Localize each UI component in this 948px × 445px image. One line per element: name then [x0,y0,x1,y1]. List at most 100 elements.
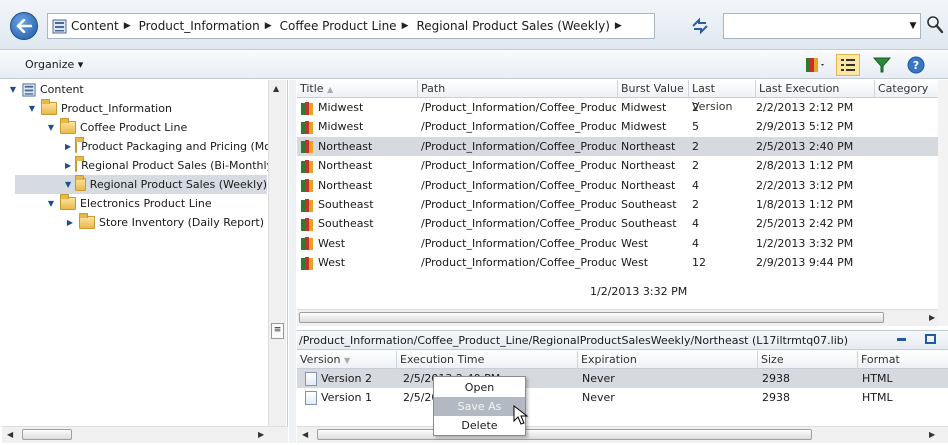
tree-item[interactable]: ▼ Content [2,80,268,99]
column-title[interactable]: Title ▲ [297,80,418,98]
versions-horizontal-scrollbar[interactable]: ◀ ▶ [297,426,948,443]
list-view-icon[interactable] [836,54,860,76]
column-size[interactable]: Size [758,351,858,369]
scroll-right-icon[interactable]: ▶ [929,313,935,322]
cell-path: /Product_Information/Coffee_Product_Li [421,217,616,231]
table-row[interactable]: Northeast/Product_Information/Coffee_Pro… [297,156,938,175]
minimize-icon[interactable] [897,338,906,341]
chevron-right-icon[interactable]: ▶ [615,21,622,31]
version-text: Version 2 [321,372,372,385]
column-format[interactable]: Format [858,351,948,369]
question-icon: ? [907,56,925,74]
cell-last-version: 12 [692,256,706,270]
refresh-icon[interactable] [690,17,710,35]
tree-item[interactable]: ▶ Store Inventory (Daily Report) [2,213,268,232]
table-row[interactable]: West/Product_Information/Coffee_Product_… [297,253,938,272]
folder-icon [75,175,86,191]
tree-item[interactable]: ▼ Coffee Product Line [2,118,268,137]
tree-vertical-scrollbar[interactable]: ▲ ≡ [268,80,286,426]
filter-icon[interactable] [870,54,894,76]
scroll-thumb[interactable] [22,429,72,440]
cell-burst-value: West [621,236,649,250]
tree-item[interactable]: ▼ Product_Information [2,99,268,118]
breadcrumb-label: Regional Product Sales (Weekly) [416,19,610,33]
chevron-right-icon[interactable]: ▶ [402,21,409,31]
tree-item[interactable]: ▶ Product Packaging and Pricing (Mor [2,137,268,156]
table-row[interactable]: Northeast/Product_Information/Coffee_Pro… [297,136,938,156]
title-text: West [318,236,346,250]
report-book-icon [301,198,313,212]
cell-title: Northeast [300,137,418,156]
breadcrumb-item[interactable]: Content ▶ [71,19,139,33]
column-version[interactable]: Version ▼ [297,351,397,369]
cell-expiration: Never [582,391,615,404]
column-path[interactable]: Path [418,80,618,98]
search-icon[interactable] [926,15,944,35]
expand-down-icon[interactable]: ▼ [27,104,37,113]
tree-item-label: Coffee Product Line [80,121,188,134]
cell-last-version: 2 [692,139,699,153]
collapse-right-icon[interactable]: ▶ [65,218,75,227]
tree-horizontal-scrollbar[interactable]: ◀ ▶ [2,426,288,443]
column-label: Format [861,353,900,366]
version-row[interactable]: Version 22/5/2013 2:40 PMNever2938HTML [297,369,948,388]
breadcrumb-item[interactable]: Regional Product Sales (Weekly) ▶ [416,19,629,33]
pane-splitter[interactable] [289,80,296,443]
tree-item[interactable]: ▼ Electronics Product Line [2,194,268,213]
menu-item-delete[interactable]: Delete [434,416,525,435]
chevron-down-icon[interactable]: ▼ [906,14,920,38]
breadcrumb-item[interactable]: Product_Information ▶ [139,19,280,33]
chevron-right-icon[interactable]: ▶ [124,21,131,31]
scroll-right-icon[interactable]: ▶ [929,430,935,439]
scroll-up-icon[interactable]: ▲ [273,84,279,93]
cell-last-execution: 2/2/2013 3:12 PM [756,178,854,192]
list-horizontal-scrollbar[interactable]: ▶ [297,309,938,326]
version-row[interactable]: Version 1 2/5/2013 Never 2938 HTML [297,388,948,407]
scroll-left-icon[interactable]: ◀ [302,430,308,439]
list-vertical-scrollbar[interactable] [938,80,948,326]
chevron-right-icon[interactable]: ▶ [265,21,272,31]
table-row[interactable]: Southeast/Product_Information/Coffee_Pro… [297,195,938,214]
cell-version: Version 1 [305,388,397,407]
table-row[interactable]: Southeast/Product_Information/Coffee_Pro… [297,214,938,233]
column-last-execution[interactable]: Last Execution [756,80,875,98]
column-label: Last Execution [759,82,840,95]
collapse-right-icon[interactable]: ▶ [65,161,71,170]
cell-burst-value: Southeast [621,198,677,211]
table-row[interactable]: Midwest/Product_Information/Coffee_Produ… [297,98,938,117]
scroll-thumb[interactable] [317,429,812,440]
expand-down-icon[interactable]: ▼ [8,85,18,94]
expand-down-icon[interactable]: ▼ [46,199,56,208]
table-row[interactable]: West/Product_Information/Coffee_Product_… [297,234,938,253]
scroll-left-icon[interactable]: ◀ [7,430,13,439]
table-row[interactable]: Northeast/Product_Information/Coffee_Pro… [297,176,938,195]
expand-down-icon[interactable]: ▼ [46,123,56,132]
books-view-icon[interactable] [804,54,828,76]
cell-last-version: 2 [692,159,699,173]
maximize-icon[interactable] [925,334,936,344]
cell-title: Southeast [300,214,418,233]
table-row[interactable]: Midwest/Product_Information/Coffee_Produ… [297,117,938,136]
scroll-right-icon[interactable]: ▶ [258,430,264,439]
column-last-version[interactable]: Last Version [689,80,756,113]
column-burst-value[interactable]: Burst Value [618,80,689,98]
menu-item-open[interactable]: Open [434,378,525,397]
tree-item[interactable]: ▶ Regional Product Sales (Bi-Monthly [2,156,268,175]
breadcrumb-item[interactable]: Coffee Product Line ▶ [280,19,417,33]
expand-down-icon[interactable]: ▼ [65,180,71,189]
collapse-right-icon[interactable]: ▶ [65,142,71,151]
organize-menu[interactable]: Organize ▾ [25,58,83,71]
cell-title: West [300,253,418,272]
title-text: Southeast [318,198,374,211]
back-button[interactable] [10,12,38,40]
column-expiration[interactable]: Expiration [578,351,758,369]
scroll-grip-icon[interactable]: ≡ [271,323,284,339]
cell-last-version: 4 [692,236,699,250]
cell-path: /Product_Information/Coffee_Product_Li [421,159,616,173]
help-icon[interactable]: ? [904,54,928,76]
scroll-thumb[interactable] [299,312,884,323]
search-input[interactable] [723,13,921,39]
menu-item-save-as[interactable]: Save As [434,397,525,416]
tree-item[interactable]: ▼ Regional Product Sales (Weekly) [15,175,267,194]
column-execution-time[interactable]: Execution Time [397,351,578,369]
